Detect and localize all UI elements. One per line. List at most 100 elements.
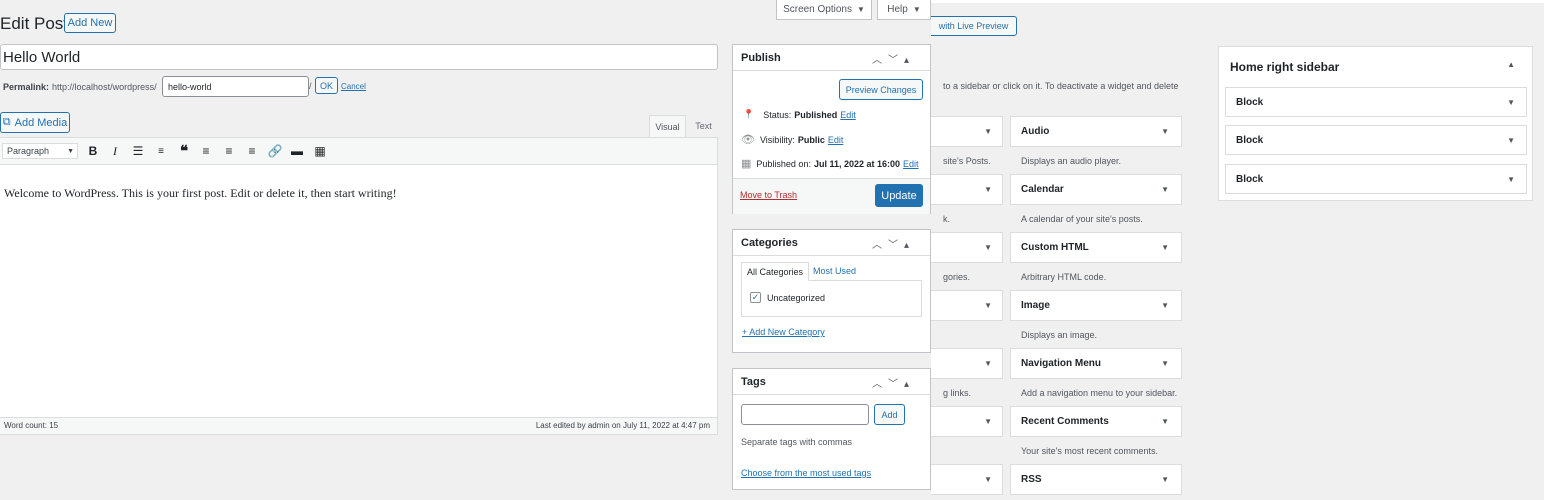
add-tag-button[interactable]: Add bbox=[874, 404, 905, 425]
numbered-list-icon[interactable]: ≡ bbox=[153, 143, 169, 159]
last-edited: Last edited by admin on July 11, 2022 at… bbox=[535, 421, 710, 430]
editor-frame bbox=[0, 137, 718, 435]
category-checkbox[interactable]: ✓ bbox=[750, 292, 761, 303]
published-value: Jul 11, 2022 at 16:00 bbox=[813, 158, 901, 169]
sidebar-block[interactable]: Block ▼ bbox=[1225, 164, 1527, 194]
screen-options-button[interactable]: Screen Options ▼ bbox=[776, 0, 872, 20]
toolbar-toggle-icon[interactable]: ▦ bbox=[312, 143, 328, 159]
word-count: Word count: 15 bbox=[4, 421, 59, 430]
align-center-icon[interactable]: ≡ bbox=[221, 143, 237, 159]
status-row: 📍 Status: Published Edit bbox=[743, 109, 856, 120]
widget-left-2[interactable]: ▼ bbox=[931, 232, 1003, 263]
widget-custom-html[interactable]: Custom HTML ▼ bbox=[1010, 232, 1182, 263]
widget-left-0[interactable]: ▼ bbox=[931, 116, 1003, 147]
sidebar-block-label: Block bbox=[1236, 134, 1264, 146]
pin-icon: 📍 bbox=[743, 109, 755, 119]
live-preview-button[interactable]: with Live Preview bbox=[931, 16, 1017, 36]
tab-text[interactable]: Text bbox=[689, 115, 718, 137]
widget-image[interactable]: Image ▼ bbox=[1010, 290, 1182, 321]
caret-down-icon: ▼ bbox=[984, 301, 992, 310]
widget-left-4[interactable]: ▼ bbox=[931, 348, 1003, 379]
blockquote-icon[interactable]: ❝ bbox=[176, 143, 192, 160]
permalink-row: Permalink: http://localhost/wordpress/ bbox=[3, 77, 157, 97]
format-select[interactable]: Paragraph ▼ bbox=[2, 143, 78, 159]
align-left-icon[interactable]: ≡ bbox=[198, 143, 214, 159]
tab-visual[interactable]: Visual bbox=[649, 115, 686, 137]
visibility-edit-link[interactable]: Edit bbox=[828, 135, 844, 145]
help-label: Help bbox=[887, 4, 908, 15]
tab-most-used[interactable]: Most Used bbox=[813, 266, 856, 276]
category-item: ✓ Uncategorized bbox=[750, 292, 825, 303]
help-button[interactable]: Help ▼ bbox=[877, 0, 931, 20]
status-label: Status: bbox=[763, 109, 792, 120]
add-new-button[interactable]: Add New bbox=[64, 13, 116, 33]
caret-down-icon: ▼ bbox=[67, 147, 74, 155]
align-right-icon[interactable]: ≡ bbox=[244, 143, 260, 159]
slug-value: hello-world bbox=[168, 81, 212, 92]
post-title-input[interactable]: Hello World bbox=[0, 44, 718, 70]
box-move-icons[interactable]: ︿﹀▴ bbox=[872, 51, 915, 66]
publish-box: Publish ︿﹀▴ Preview Changes 📍 Status: Pu… bbox=[732, 44, 931, 214]
caret-down-icon: ▼ bbox=[984, 243, 992, 252]
add-media-button[interactable]: ⧉ Add Media bbox=[0, 112, 70, 133]
tab-all-categories[interactable]: All Categories bbox=[741, 262, 810, 281]
bold-icon[interactable]: B bbox=[85, 143, 101, 159]
tag-input[interactable] bbox=[741, 404, 869, 425]
sidebar-block[interactable]: Block ▼ bbox=[1225, 125, 1527, 155]
add-new-category-link[interactable]: + Add New Category bbox=[742, 327, 825, 337]
published-row: ▦ Published on: Jul 11, 2022 at 16:00 Ed… bbox=[741, 157, 919, 170]
caret-down-icon: ▼ bbox=[1507, 174, 1515, 184]
category-label: Uncategorized bbox=[767, 292, 826, 303]
tags-hint: Separate tags with commas bbox=[741, 437, 853, 447]
update-button[interactable]: Update bbox=[875, 184, 923, 207]
widget-left-5[interactable]: ▼ bbox=[931, 406, 1003, 437]
bullet-list-icon[interactable]: ☰ bbox=[130, 143, 146, 159]
read-more-icon[interactable]: ▬ bbox=[289, 143, 305, 159]
widget-left-desc-4: g links. bbox=[943, 388, 972, 398]
link-icon[interactable]: 🔗 bbox=[267, 143, 283, 159]
widget-navigation-menu[interactable]: Navigation Menu ▼ bbox=[1010, 348, 1182, 379]
widget-rss[interactable]: RSS ▼ bbox=[1010, 464, 1182, 495]
widget-calendar[interactable]: Calendar ▼ bbox=[1010, 174, 1182, 205]
format-select-value: Paragraph bbox=[7, 146, 50, 156]
slug-input[interactable]: hello-world bbox=[162, 76, 309, 97]
caret-down-icon: ▼ bbox=[1161, 475, 1169, 484]
widget-navigation-menu-name: Navigation Menu bbox=[1021, 358, 1102, 369]
visibility-label: Visibility: bbox=[759, 134, 795, 145]
widget-recent-comments[interactable]: Recent Comments ▼ bbox=[1010, 406, 1182, 437]
widget-rss-name: RSS bbox=[1021, 474, 1042, 485]
permalink-cancel-link[interactable]: Cancel bbox=[341, 82, 366, 91]
box-move-icons[interactable]: ︿﹀▴ bbox=[872, 236, 915, 251]
eye-icon: 👁 bbox=[741, 134, 755, 146]
sidebar-title: Home right sidebar bbox=[1230, 60, 1340, 74]
sidebar-block-label: Block bbox=[1236, 173, 1264, 185]
tab-visual-label: Visual bbox=[655, 121, 680, 132]
widget-audio[interactable]: Audio ▼ bbox=[1010, 116, 1182, 147]
editor-content[interactable]: Welcome to WordPress. This is your first… bbox=[4, 186, 397, 201]
widget-left-1[interactable]: ▼ bbox=[931, 174, 1003, 205]
widgets-intro: to a sidebar or click on it. To deactiva… bbox=[943, 81, 1179, 91]
widget-navigation-menu-desc: Add a navigation menu to your sidebar. bbox=[1021, 388, 1178, 398]
status-edit-link[interactable]: Edit bbox=[840, 110, 856, 120]
caret-down-icon: ▼ bbox=[984, 475, 992, 484]
widget-left-6[interactable]: ▼ bbox=[931, 464, 1003, 495]
add-media-label: Add Media bbox=[14, 116, 68, 129]
choose-most-used-tags-link[interactable]: Choose from the most used tags bbox=[741, 468, 871, 478]
move-to-trash-link[interactable]: Move to Trash bbox=[740, 190, 797, 200]
post-title-value: Hello World bbox=[3, 48, 81, 66]
sidebar-block[interactable]: Block ▼ bbox=[1225, 87, 1527, 117]
published-edit-link[interactable]: Edit bbox=[903, 159, 919, 169]
caret-down-icon: ▼ bbox=[984, 417, 992, 426]
widget-left-3[interactable]: ▼ bbox=[931, 290, 1003, 321]
slug-suffix: / bbox=[309, 81, 312, 91]
media-icon: ⧉ bbox=[2, 116, 11, 128]
preview-changes-button[interactable]: Preview Changes bbox=[839, 79, 923, 100]
italic-icon[interactable]: I bbox=[107, 143, 123, 159]
calendar-icon: ▦ bbox=[741, 158, 752, 170]
permalink-ok-button[interactable]: OK bbox=[315, 77, 338, 94]
categories-title: Categories bbox=[741, 237, 798, 249]
collapse-icon[interactable]: ▲ bbox=[1507, 60, 1515, 69]
box-move-icons[interactable]: ︿﹀▴ bbox=[872, 375, 915, 390]
caret-down-icon: ▼ bbox=[1161, 359, 1169, 368]
tags-box: Tags ︿﹀▴ Add Separate tags with commas C… bbox=[732, 368, 931, 490]
